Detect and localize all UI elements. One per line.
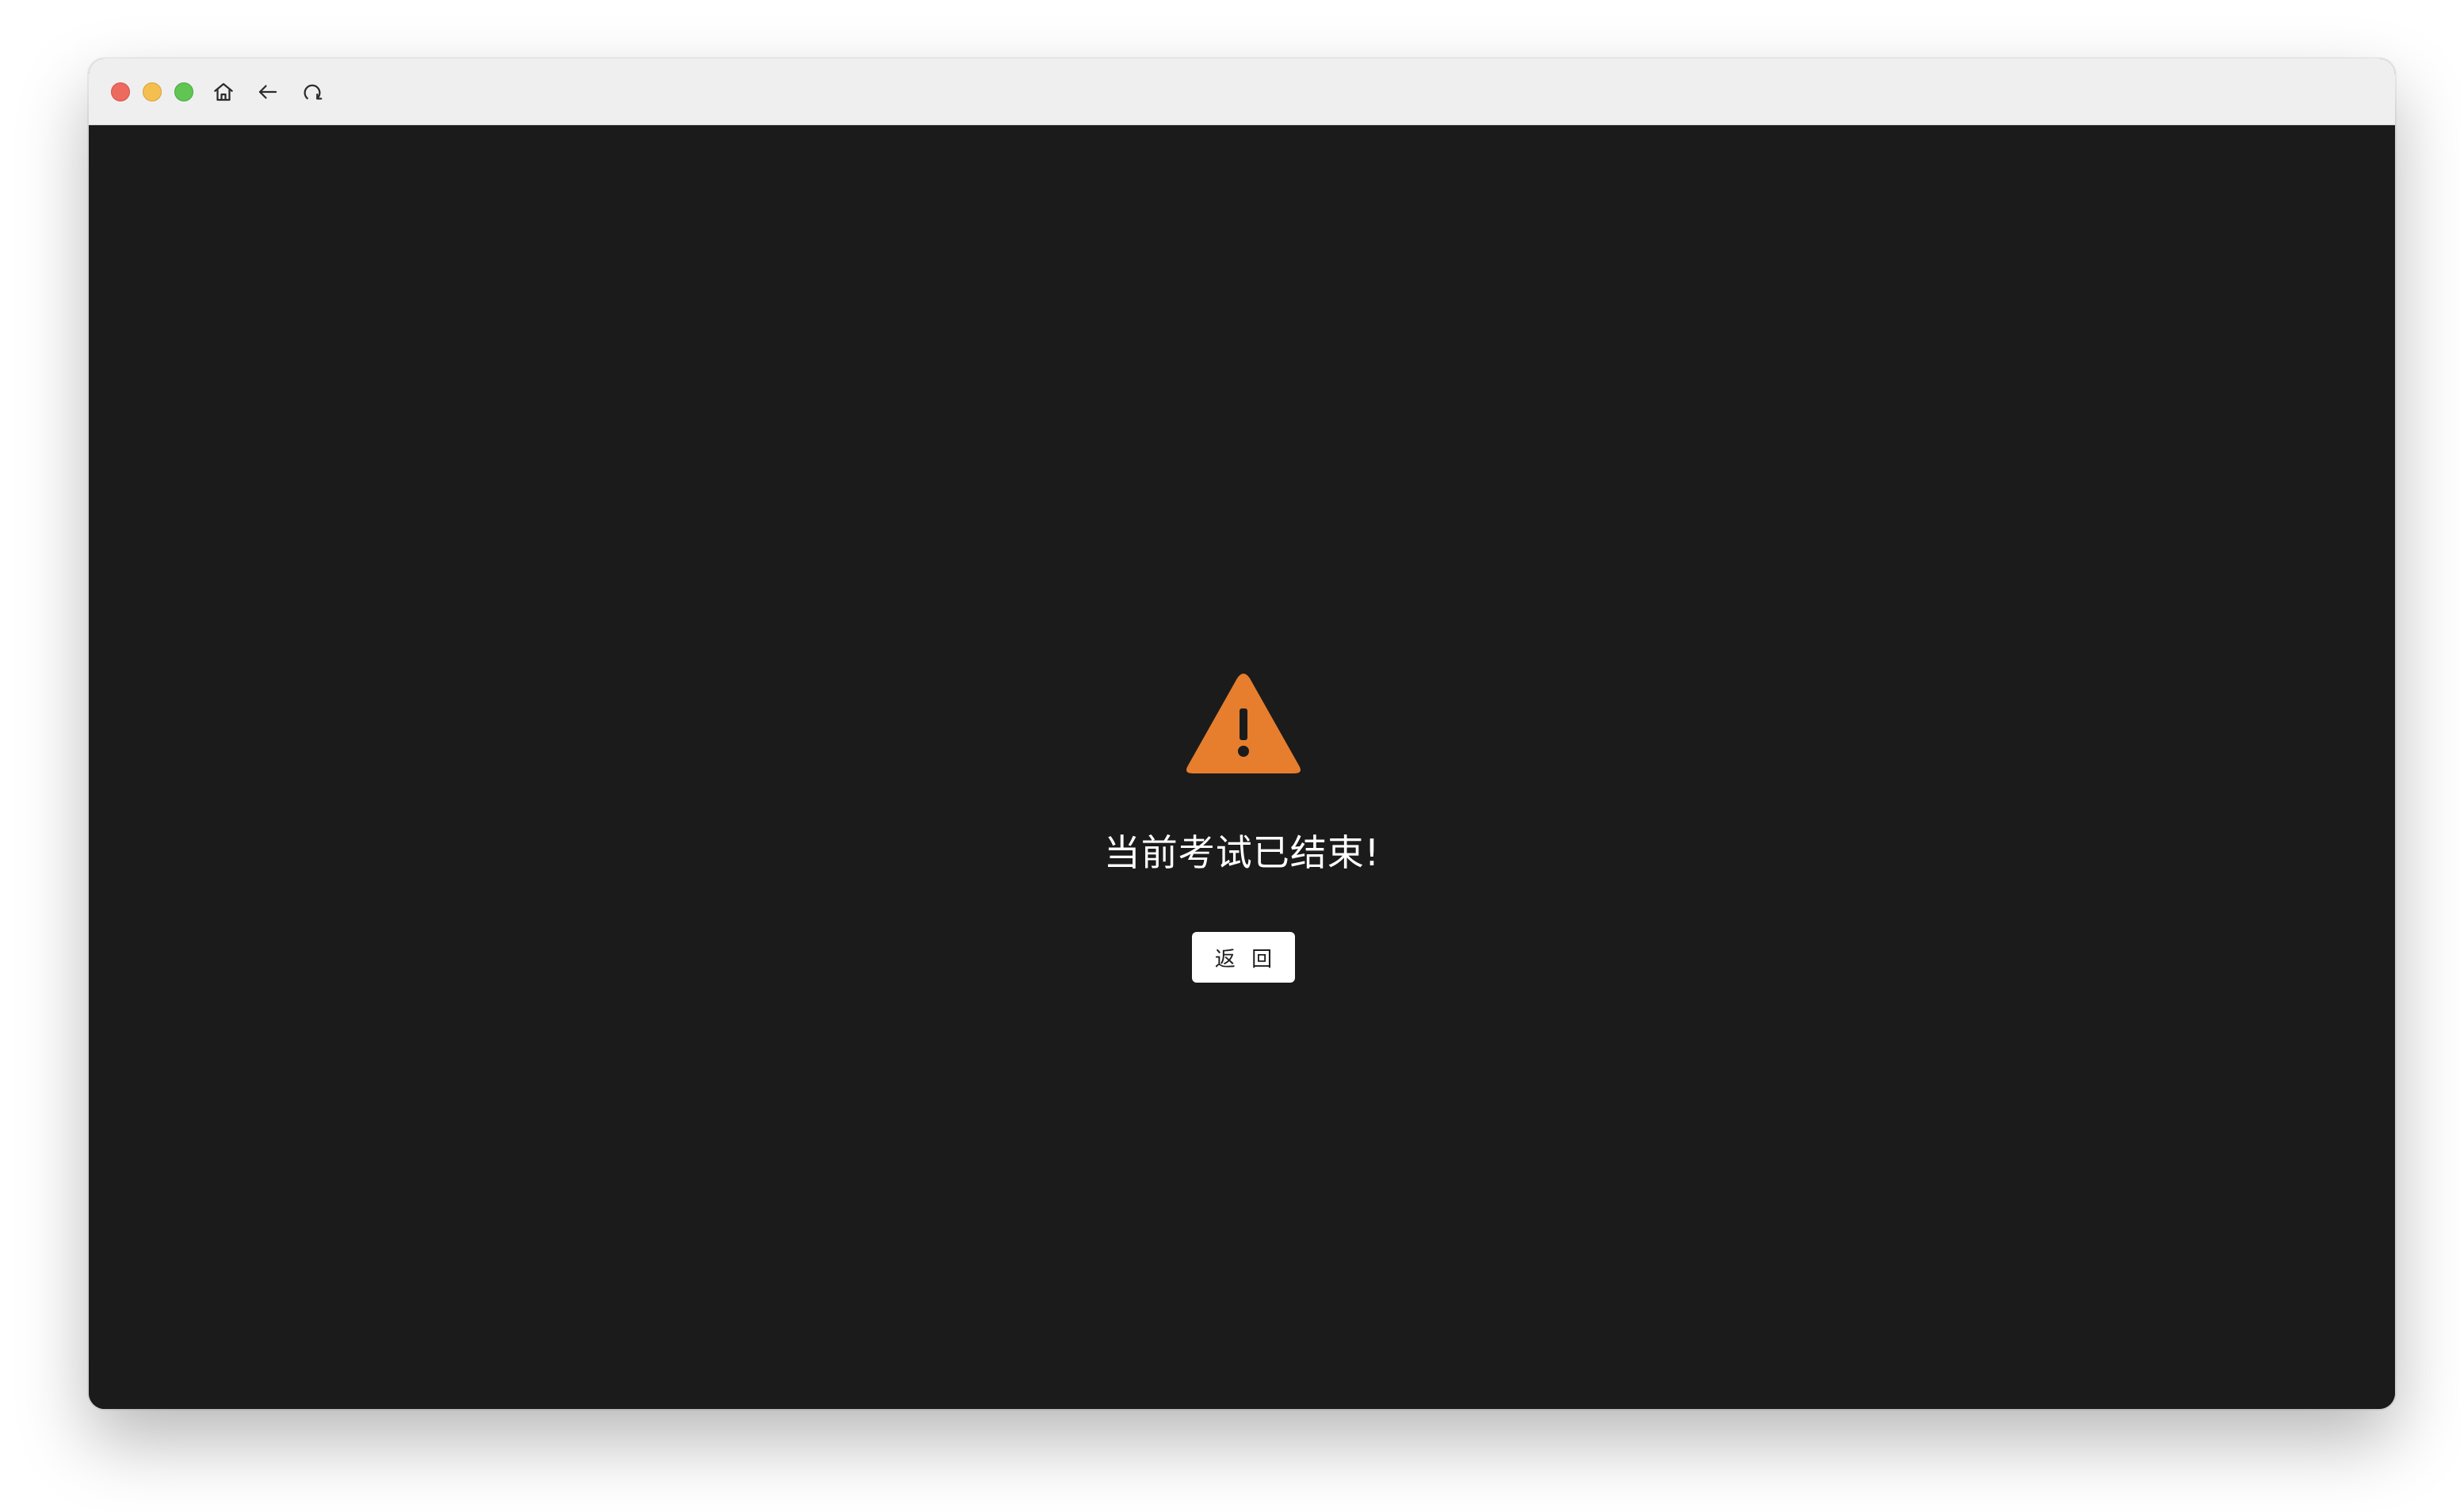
home-icon <box>214 82 233 101</box>
window-titlebar <box>89 59 2395 125</box>
reload-button[interactable] <box>298 78 327 106</box>
back-arrow-icon <box>258 85 277 99</box>
reload-icon <box>304 84 323 100</box>
back-button[interactable] <box>254 78 282 106</box>
browser-window: 当前考试已结束! 返 回 <box>89 59 2395 1409</box>
maximize-window-button[interactable] <box>174 82 193 101</box>
home-button[interactable] <box>209 78 238 106</box>
warning-icon <box>1186 674 1301 773</box>
exam-ended-panel: 当前考试已结束! 返 回 <box>89 125 2395 1409</box>
page-content: 当前考试已结束! 返 回 <box>89 125 2395 1409</box>
minimize-window-button[interactable] <box>143 82 162 101</box>
exam-ended-message: 当前考试已结束! <box>1103 831 1381 874</box>
close-window-button[interactable] <box>111 82 130 101</box>
return-button[interactable]: 返 回 <box>1192 932 1295 983</box>
